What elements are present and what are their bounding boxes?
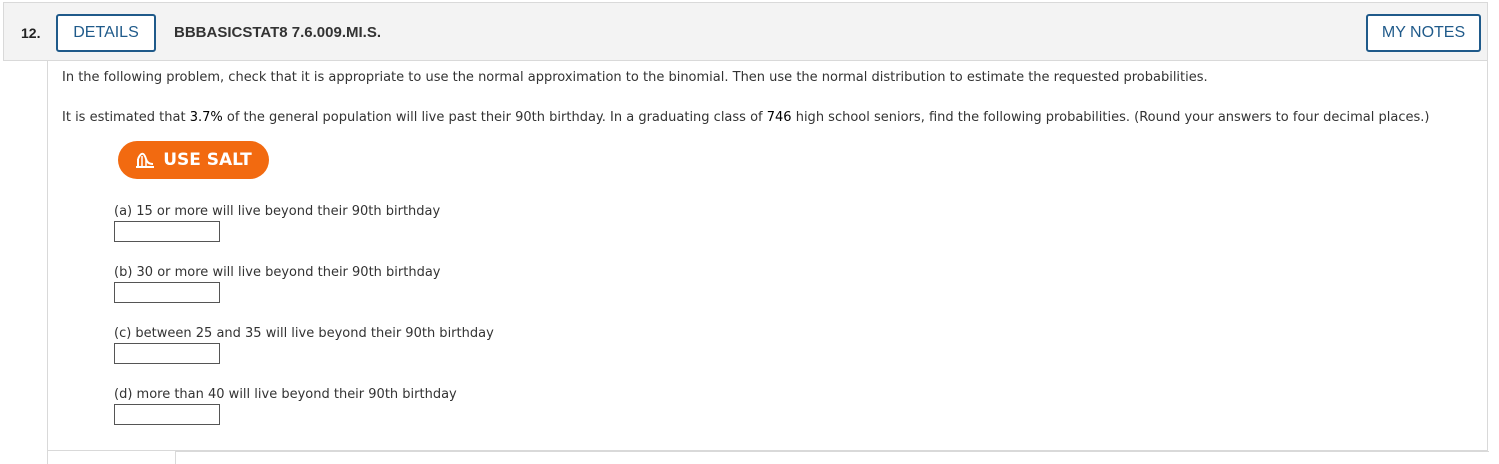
question-header: 12. DETAILS BBBASICSTAT8 7.6.009.MI.S. M… [3,2,1488,61]
statement-text: of the general population will live past… [222,110,767,125]
part-b-answer-input[interactable] [114,282,220,303]
question-id: BBBASICSTAT8 7.6.009.MI.S. [174,24,381,41]
part-a-answer-input[interactable] [114,221,220,242]
frame-line [47,451,48,464]
bottom-frame [175,451,1489,464]
statement-text: high school seniors, find the following … [791,110,1430,125]
problem-statement: It is estimated that 3.7% of the general… [62,110,1429,125]
part-b-label: (b) 30 or more will live beyond their 90… [114,265,441,280]
part-c-label: (c) between 25 and 35 will live beyond t… [114,326,494,341]
my-notes-button[interactable]: MY NOTES [1366,14,1481,52]
salt-chart-icon [135,151,155,169]
details-button[interactable]: DETAILS [56,14,156,52]
use-salt-button[interactable]: USE SALT [118,141,269,179]
question-number: 12. [21,25,41,41]
use-salt-label: USE SALT [163,150,252,170]
percent-value: 3.7% [189,110,223,125]
part-d-label: (d) more than 40 will live beyond their … [114,387,457,402]
class-size-value: 746 [766,110,792,125]
part-c-answer-input[interactable] [114,343,220,364]
part-a-label: (a) 15 or more will live beyond their 90… [114,204,441,219]
part-d-answer-input[interactable] [114,404,220,425]
statement-text: It is estimated that [62,110,190,125]
problem-instruction: In the following problem, check that it … [62,70,1208,85]
